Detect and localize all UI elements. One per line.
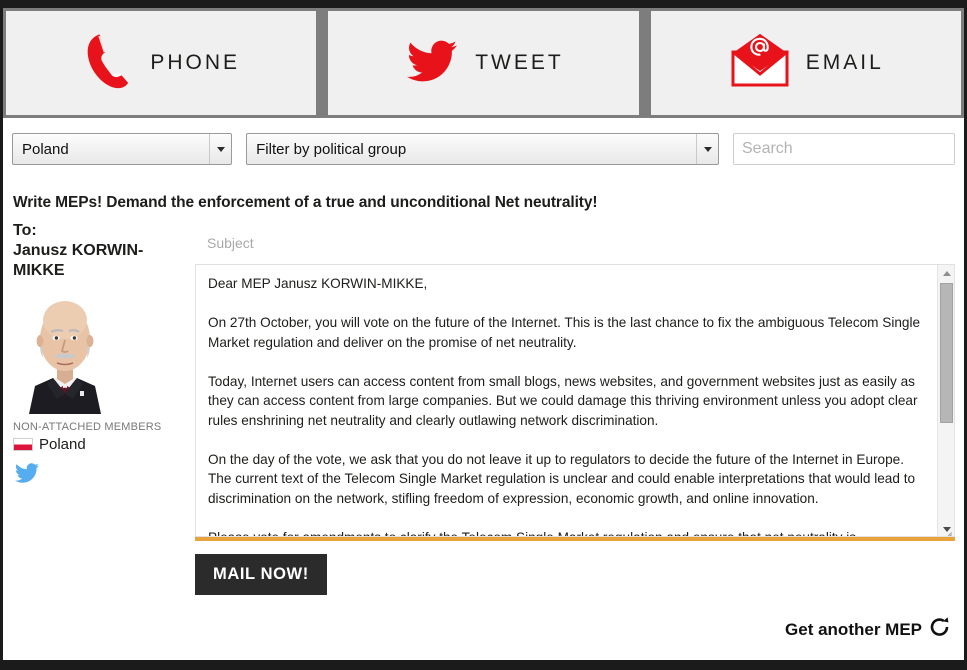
political-group-select[interactable]: Filter by political group xyxy=(246,133,719,165)
tab-phone-label: PHONE xyxy=(150,51,240,74)
tab-phone[interactable]: PHONE xyxy=(6,11,317,115)
refresh-icon xyxy=(930,616,950,643)
tab-email[interactable]: EMAIL xyxy=(650,11,961,115)
search-input[interactable] xyxy=(733,133,955,165)
browser-page: PHONE TWEET EMAIL Poland Filter by polit… xyxy=(0,0,967,670)
window-bottom-bar xyxy=(0,660,967,670)
page-viewport: PHONE TWEET EMAIL Poland Filter by polit… xyxy=(3,8,964,660)
mail-now-button[interactable]: MAIL NOW! xyxy=(195,554,327,595)
mep-to-label: To: Janusz KORWIN-MIKKE xyxy=(13,221,188,281)
message-body-textarea[interactable]: Dear MEP Janusz KORWIN-MIKKE, On 27th Oc… xyxy=(196,265,938,536)
subject-input[interactable] xyxy=(195,221,955,265)
mep-name: Janusz KORWIN-MIKKE xyxy=(13,242,144,279)
get-another-mep-label: Get another MEP xyxy=(785,619,922,639)
twitter-bird-icon xyxy=(403,36,461,91)
mep-twitter-link[interactable] xyxy=(13,461,188,490)
resize-grip-icon[interactable] xyxy=(941,523,953,536)
message-body-wrapper: Dear MEP Janusz KORWIN-MIKKE, On 27th Oc… xyxy=(195,265,955,537)
chevron-down-icon xyxy=(209,134,231,164)
orange-divider xyxy=(195,537,955,541)
chevron-down-icon xyxy=(696,134,718,164)
scrollbar-thumb[interactable] xyxy=(940,283,953,423)
mep-portrait xyxy=(13,287,117,414)
mep-political-group: NON-ATTACHED MEMBERS xyxy=(13,421,162,433)
twitter-bird-icon xyxy=(15,463,40,483)
tab-tweet[interactable]: TWEET xyxy=(328,11,639,115)
page-title: Write MEPs! Demand the enforcement of a … xyxy=(13,194,598,211)
mep-country: Poland xyxy=(13,436,188,453)
political-group-select-value: Filter by political group xyxy=(256,140,407,158)
mep-card: To: Janusz KORWIN-MIKKE NON-ATTACHED MEM… xyxy=(13,221,188,490)
country-select[interactable]: Poland xyxy=(12,133,233,165)
compose-panel: Dear MEP Janusz KORWIN-MIKKE, On 27th Oc… xyxy=(195,221,955,541)
tab-email-label: EMAIL xyxy=(805,51,884,74)
body-scrollbar[interactable] xyxy=(937,265,954,536)
get-another-mep-button[interactable]: Get another MEP xyxy=(785,616,950,643)
phone-icon xyxy=(82,32,136,95)
filter-bar: Poland Filter by political group xyxy=(3,118,964,180)
country-select-value: Poland xyxy=(22,140,69,158)
poland-flag-icon xyxy=(13,438,33,451)
email-envelope-icon xyxy=(728,32,792,95)
action-tabs: PHONE TWEET EMAIL xyxy=(3,8,964,118)
mep-country-label: Poland xyxy=(39,436,86,453)
tab-tweet-label: TWEET xyxy=(475,51,564,74)
scroll-up-arrow-icon[interactable] xyxy=(938,265,954,281)
to-text: To: xyxy=(13,222,37,239)
window-top-bar xyxy=(0,0,967,8)
